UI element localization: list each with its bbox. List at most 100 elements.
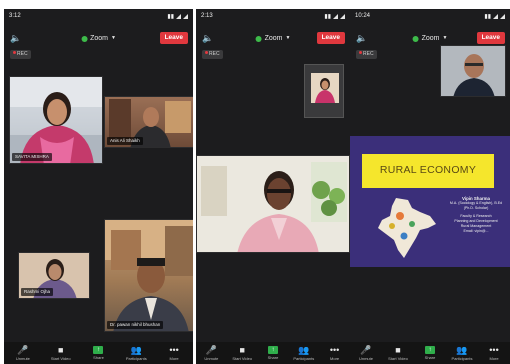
india-map-illustration xyxy=(378,198,436,258)
video-off-icon: ■ xyxy=(57,345,64,355)
zoom-screen-1: 3:12 ▮▮ 🔈 Zoom ▼ Leave REC SAVITA MISHRA xyxy=(4,9,193,364)
start-video-button[interactable]: ■ Start Video xyxy=(384,345,412,361)
leave-button[interactable]: Leave xyxy=(476,32,505,44)
participant-video xyxy=(105,220,193,331)
zoom-screen-3: 10:24 ▮▮ 🔈 Zoom ▼ Leave REC RURAL ECONOM… xyxy=(350,9,510,364)
share-button[interactable]: ↑ Share xyxy=(416,345,444,360)
more-dots-icon: ••• xyxy=(489,345,499,355)
status-bar: 2:13 ▮▮ xyxy=(196,9,350,23)
share-screen-icon: ↑ xyxy=(425,346,435,354)
recording-indicator: REC xyxy=(202,50,223,59)
meeting-top-bar: 🔈 Zoom ▼ Leave xyxy=(4,31,193,47)
self-view-thumbnail[interactable] xyxy=(304,64,344,118)
meeting-title-dropdown[interactable]: Zoom ▼ xyxy=(255,33,291,44)
control-label: Share xyxy=(267,355,279,360)
share-screen-icon: ↑ xyxy=(267,346,278,354)
author-line: Email: vipin@... xyxy=(463,229,489,233)
participant-name: Anis Ali Shaikh xyxy=(107,137,143,145)
leave-button[interactable]: Leave xyxy=(159,32,188,44)
control-label: Participants xyxy=(293,356,315,361)
speaker-thumbnail[interactable] xyxy=(440,45,506,97)
more-button[interactable]: ••• More xyxy=(160,345,188,361)
leave-button[interactable]: Leave xyxy=(316,32,345,44)
participant-video xyxy=(10,77,102,163)
recording-label: REC xyxy=(363,51,374,57)
record-dot-icon xyxy=(205,51,208,54)
video-tile-anis[interactable]: Anis Ali Shaikh xyxy=(104,96,193,148)
start-video-button[interactable]: ■ Start Video xyxy=(228,345,256,361)
control-label: More xyxy=(169,356,179,361)
mic-muted-icon: 🎤 xyxy=(360,345,372,355)
participants-button[interactable]: 👥 Participants xyxy=(290,345,318,361)
meeting-title: Zoom xyxy=(90,35,108,42)
control-label: Unmute xyxy=(358,356,373,361)
recording-label: REC xyxy=(209,51,220,57)
share-button[interactable]: ↑ Share xyxy=(84,345,112,360)
more-button[interactable]: ••• More xyxy=(480,345,508,361)
participant-name: SAVITA MISHRA xyxy=(12,153,52,161)
slide-title: RURAL ECONOMY xyxy=(379,164,477,176)
more-dots-icon: ••• xyxy=(329,345,340,355)
unmute-button[interactable]: 🎤 Unmute xyxy=(352,345,380,361)
control-label: Share xyxy=(93,355,104,360)
people-icon: 👥 xyxy=(456,345,468,355)
encryption-shield-icon xyxy=(255,35,262,42)
people-icon: 👥 xyxy=(130,345,142,355)
meeting-title-dropdown[interactable]: Zoom ▼ xyxy=(81,33,116,44)
participant-video xyxy=(311,73,339,103)
active-speaker-video[interactable] xyxy=(196,155,350,253)
status-icons: ▮▮ xyxy=(324,13,345,20)
meeting-title-dropdown[interactable]: Zoom ▼ xyxy=(412,33,448,44)
slide-title-box: RURAL ECONOMY xyxy=(362,154,494,188)
status-time: 10:24 xyxy=(355,13,371,19)
shared-presentation-slide: RURAL ECONOMY Vipin Sharma M.A. (Sociolo… xyxy=(350,136,510,267)
zoom-screen-2: 2:13 ▮▮ 🔈 Zoom ▼ Leave REC 🎤 Unmute ■ St… xyxy=(196,9,350,364)
speaker-icon[interactable]: 🔈 xyxy=(356,33,368,44)
participants-button[interactable]: 👥 Participants xyxy=(448,345,476,361)
encryption-shield-icon xyxy=(81,35,88,42)
control-label: Participants xyxy=(125,356,147,361)
control-label: Start Video xyxy=(388,356,408,361)
meeting-top-bar: 🔈 Zoom ▼ Leave xyxy=(196,31,350,47)
participant-name: Rashmi Ojha xyxy=(21,288,54,296)
share-screen-icon: ↑ xyxy=(93,346,104,354)
speaker-icon[interactable]: 🔈 xyxy=(202,33,214,44)
recording-label: REC xyxy=(17,51,28,57)
meeting-title: Zoom xyxy=(421,35,440,42)
status-time: 3:12 xyxy=(9,13,21,19)
video-off-icon: ■ xyxy=(239,345,245,355)
participant-video xyxy=(441,46,505,96)
control-label: Share xyxy=(424,355,436,360)
more-dots-icon: ••• xyxy=(169,345,179,355)
encryption-shield-icon xyxy=(412,35,419,42)
video-tile-pawan[interactable]: Dr. pawan nikhil bhushan xyxy=(104,219,193,332)
chevron-down-icon: ▼ xyxy=(442,35,448,41)
people-icon: 👥 xyxy=(298,345,310,355)
mic-muted-icon: 🎤 xyxy=(17,345,29,355)
participant-name: Dr. pawan nikhil bhushan xyxy=(107,321,164,329)
participants-button[interactable]: 👥 Participants xyxy=(122,345,150,361)
status-time: 2:13 xyxy=(201,13,213,19)
status-icons: ▮▮ xyxy=(484,13,505,20)
unmute-button[interactable]: 🎤 Unmute xyxy=(197,345,225,361)
more-button[interactable]: ••• More xyxy=(321,345,349,361)
speaker-icon[interactable]: 🔈 xyxy=(10,33,22,44)
control-label: Unmute xyxy=(204,356,219,361)
share-button[interactable]: ↑ Share xyxy=(259,345,287,360)
slide-author-info: Vipin Sharma M.A. (Sociology & English),… xyxy=(446,196,506,234)
control-label: More xyxy=(489,356,499,361)
meeting-title: Zoom xyxy=(264,35,283,42)
record-dot-icon xyxy=(13,51,16,54)
unmute-button[interactable]: 🎤 Unmute xyxy=(9,345,37,361)
control-label: Start Video xyxy=(232,356,253,361)
video-tile-rashmi[interactable]: Rashmi Ojha xyxy=(18,252,90,299)
control-label: Start Video xyxy=(50,356,71,361)
status-bar: 3:12 ▮▮ xyxy=(4,9,193,23)
chevron-down-icon: ▼ xyxy=(285,35,291,41)
start-video-button[interactable]: ■ Start Video xyxy=(47,345,75,361)
status-icons: ▮▮ xyxy=(167,13,188,20)
control-label: Unmute xyxy=(15,356,30,361)
video-tile-savita[interactable]: SAVITA MISHRA xyxy=(9,76,103,164)
video-off-icon: ■ xyxy=(395,345,401,355)
meeting-controls: 🎤 Unmute ■ Start Video ↑ Share 👥 Participant… xyxy=(196,342,350,364)
